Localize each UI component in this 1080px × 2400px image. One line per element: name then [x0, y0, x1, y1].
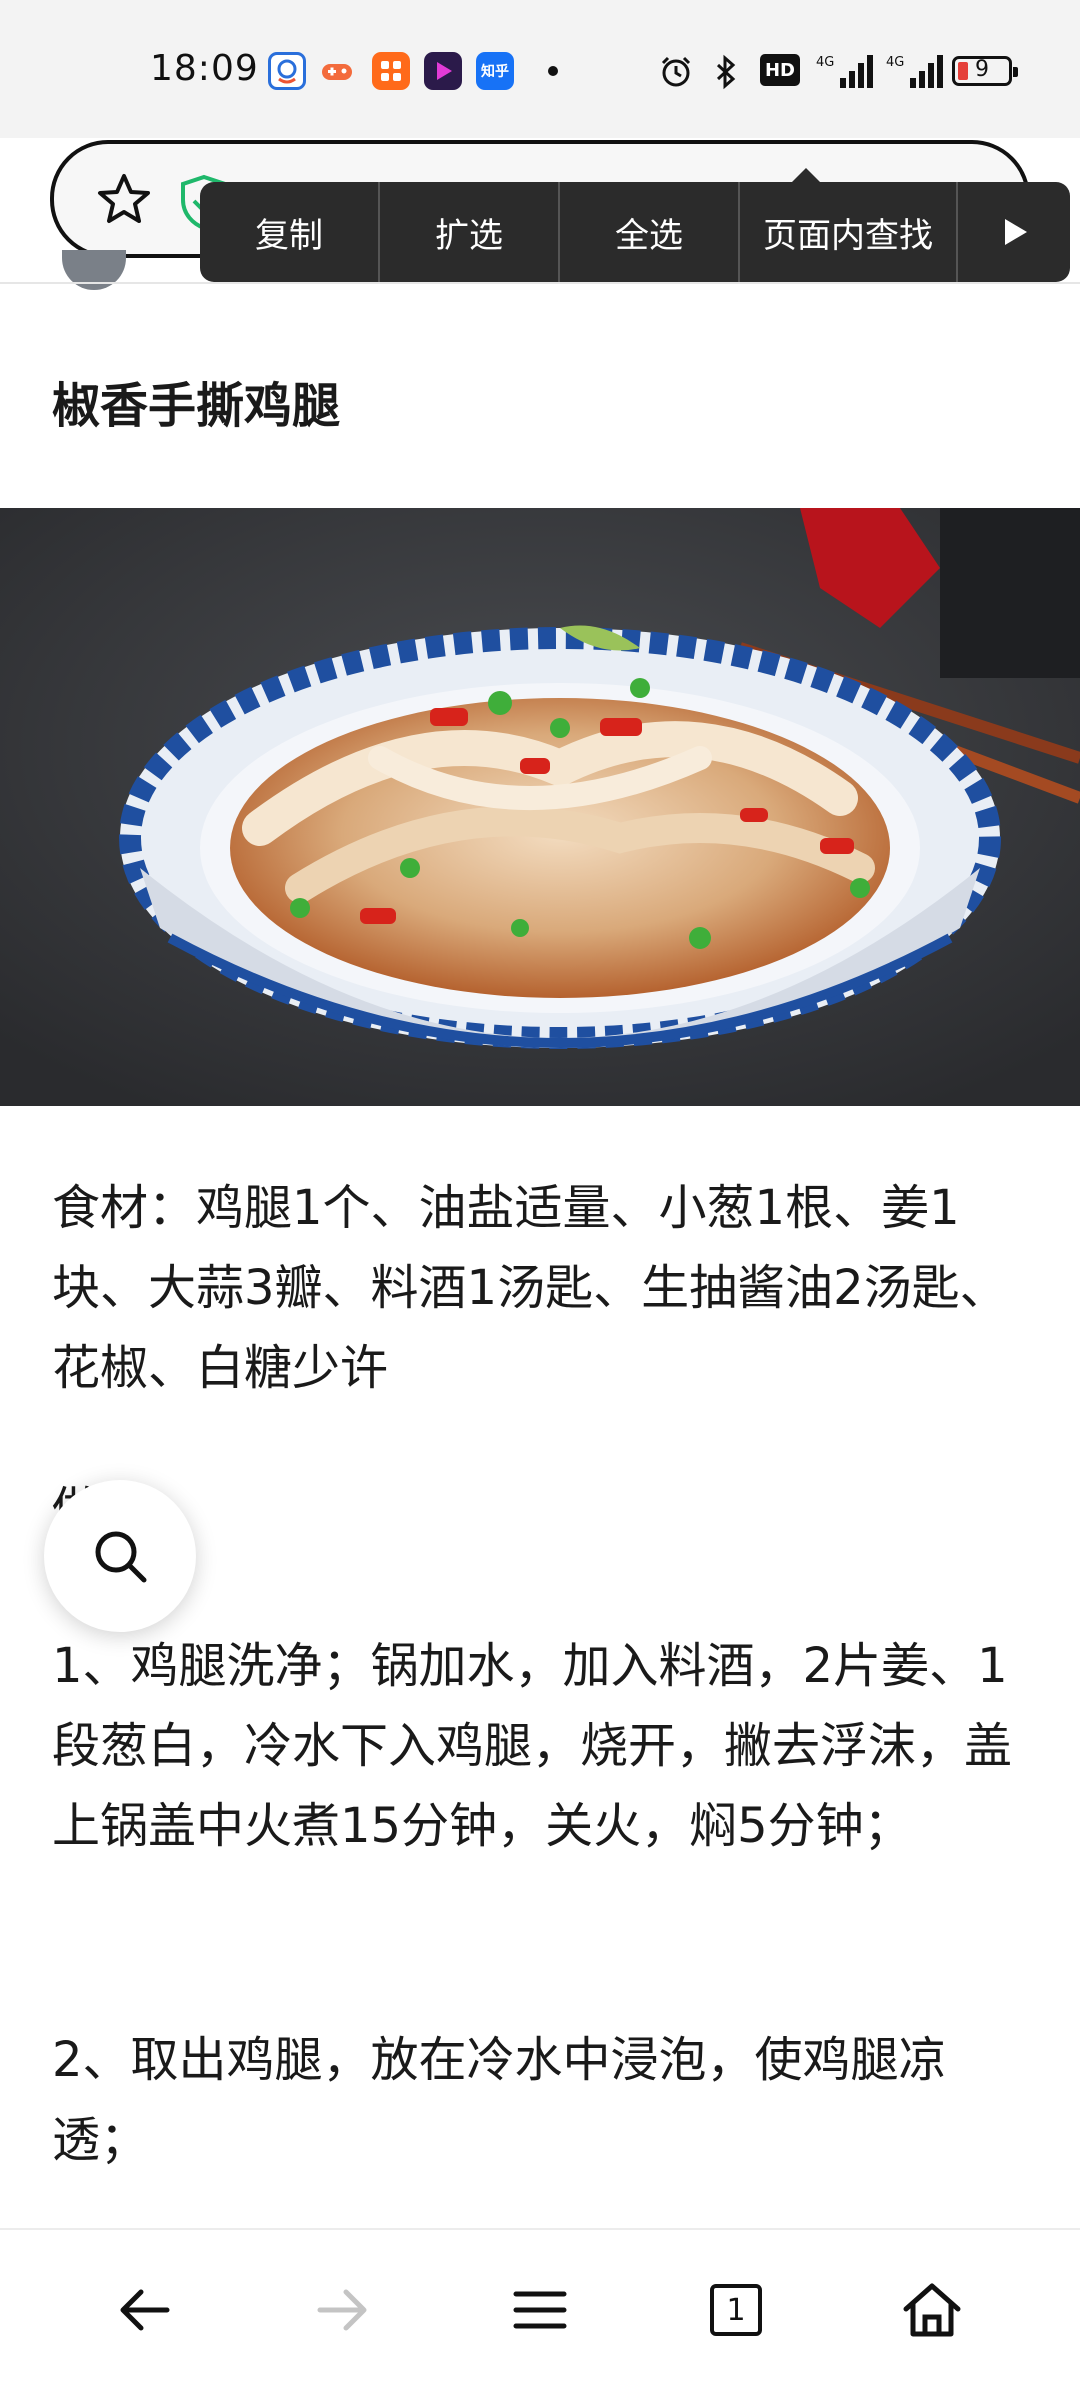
article-title: 椒香手撕鸡腿: [52, 378, 341, 434]
video-app-icon: [424, 52, 462, 90]
battery-level: 9: [975, 57, 989, 82]
home-icon: [903, 2283, 961, 2337]
back-button[interactable]: [95, 2260, 195, 2360]
bottom-navigation: 1: [0, 2228, 1080, 2400]
expand-selection-button[interactable]: 扩选: [380, 182, 560, 282]
status-bar: 18:09 知乎 HD 4G 4G 9: [0, 0, 1080, 138]
find-in-page-button[interactable]: 页面内查找: [740, 182, 958, 282]
battery-icon: 9: [952, 56, 1018, 86]
status-time: 18:09: [150, 48, 259, 89]
app-store-icon: [372, 52, 410, 90]
search-icon: [95, 1531, 147, 1583]
hamburger-menu-icon: [513, 2291, 567, 2329]
zhihu-label: 知乎: [481, 64, 509, 80]
step-2-text: 2、取出鸡腿，放在冷水中浸泡，使鸡腿凉透；: [52, 2032, 947, 2168]
play-arrow-icon: [1005, 219, 1027, 245]
tabs-button[interactable]: 1: [686, 2260, 786, 2360]
bookmark-star-icon[interactable]: [94, 170, 154, 230]
svg-text:4G: 4G: [816, 55, 834, 70]
more-options-button[interactable]: [958, 182, 1070, 282]
forward-arrow-icon: [317, 2289, 367, 2331]
zhihu-app-icon: 知乎: [476, 52, 514, 90]
method-label: 做法：: [52, 1470, 1032, 1550]
svg-text:4G: 4G: [886, 55, 904, 70]
menu-button[interactable]: [490, 2260, 590, 2360]
cell-signal-2-icon: 4G: [886, 55, 943, 88]
game-app-icon: [318, 52, 356, 90]
floating-search-button[interactable]: [44, 1480, 196, 1632]
ingredients-text: 食材：鸡腿1个、油盐适量、小葱1根、姜1块、大蒜3瓣、料酒1汤匙、生抽酱油2汤匙…: [52, 1180, 1008, 1396]
bluetooth-icon: [716, 54, 736, 90]
cell-signal-icon: 4G: [816, 55, 873, 88]
dish-photo[interactable]: [0, 508, 1080, 1106]
dish-photo-illustration: [0, 508, 1080, 1106]
notification-app-icon: [268, 52, 306, 90]
back-arrow-icon: [120, 2289, 170, 2331]
text-selection-menu: 复制 扩选 全选 页面内查找: [200, 182, 1070, 282]
forward-button[interactable]: [292, 2260, 392, 2360]
tabs-count: 1: [710, 2284, 762, 2336]
more-notifications-dot: [548, 66, 558, 76]
copy-button[interactable]: 复制: [200, 182, 380, 282]
hd-voice-icon: HD: [760, 54, 800, 86]
divider: [0, 282, 1080, 284]
select-all-button[interactable]: 全选: [560, 182, 740, 282]
step-1-text: 1、鸡腿洗净；锅加水，加入料酒，2片姜、1段葱白，冷水下入鸡腿，烧开，撇去浮沫，…: [52, 1638, 1013, 1854]
alarm-icon: [661, 56, 691, 87]
home-button[interactable]: [882, 2260, 982, 2360]
author-avatar[interactable]: [62, 250, 126, 290]
